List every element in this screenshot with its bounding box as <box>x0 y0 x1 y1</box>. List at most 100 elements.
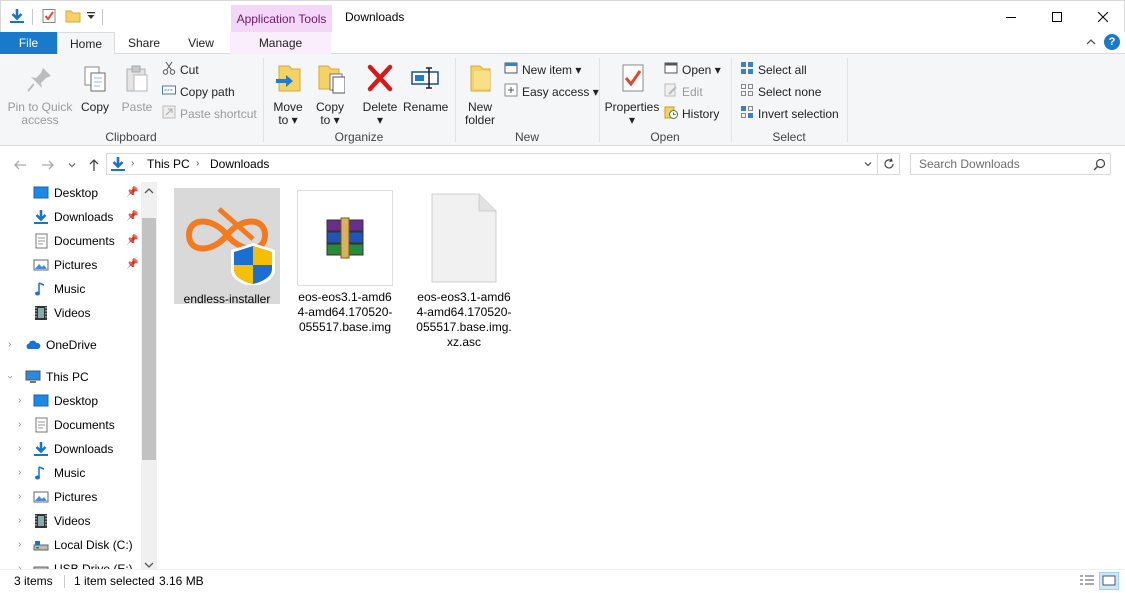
back-button[interactable] <box>12 157 28 173</box>
nav-item-pictures-quick[interactable]: Pictures 📌 <box>0 254 140 276</box>
nav-item-videos-quick[interactable]: Videos <box>0 302 140 324</box>
breadcrumb-separator-icon[interactable]: › <box>196 158 199 169</box>
select-all-button[interactable]: Select all <box>740 61 807 79</box>
tab-share[interactable]: Share <box>115 32 173 54</box>
nav-item-documents-pc[interactable]: › Documents <box>0 414 140 436</box>
minimize-button[interactable] <box>988 1 1034 33</box>
nav-item-downloads-quick[interactable]: Downloads 📌 <box>0 206 140 228</box>
file-name: endless-installer <box>183 292 271 306</box>
expand-chevron-icon[interactable]: › <box>18 390 21 412</box>
easy-access-button[interactable]: Easy access ▾ <box>504 83 599 101</box>
nav-item-usb-drive[interactable]: › USB Drive (E:) <box>0 558 140 569</box>
expand-chevron-icon[interactable]: › <box>18 414 21 436</box>
file-name-line: eos-eos3.1-amd6 <box>298 290 392 304</box>
downloads-folder-icon[interactable] <box>9 8 25 24</box>
tab-manage[interactable]: Manage <box>230 32 331 54</box>
address-bar[interactable]: › This PC › Downloads <box>106 153 878 175</box>
forward-button[interactable] <box>40 157 56 173</box>
nav-item-documents-quick[interactable]: Documents 📌 <box>0 230 140 252</box>
search-icon[interactable] <box>1093 158 1106 174</box>
rename-icon <box>403 62 447 97</box>
move-to-button[interactable]: Move to ▾ <box>270 62 306 127</box>
nav-item-local-disk[interactable]: › Local Disk (C:) <box>0 534 140 556</box>
copy-button[interactable]: Copy <box>76 64 114 114</box>
breadcrumb-downloads[interactable]: Downloads <box>210 157 269 171</box>
group-divider <box>847 58 848 142</box>
large-icons-view-icon <box>1102 575 1116 586</box>
customize-qat-icon[interactable] <box>86 10 102 26</box>
select-none-button[interactable]: Select none <box>740 83 821 101</box>
nav-item-music-pc[interactable]: › Music <box>0 462 140 484</box>
expand-chevron-icon[interactable]: › <box>8 334 11 356</box>
nav-item-desktop-pc[interactable]: › Desktop <box>0 390 140 412</box>
nav-item-videos-pc[interactable]: › Videos <box>0 510 140 532</box>
expand-chevron-icon[interactable]: › <box>18 534 21 556</box>
edit-button[interactable]: Edit <box>664 83 703 101</box>
file-item-endless-installer[interactable]: endless-installer <box>174 188 280 306</box>
forward-arrow-icon <box>42 160 54 170</box>
organize-group-label: Organize <box>334 130 384 144</box>
collapse-chevron-icon[interactable]: › <box>0 375 21 378</box>
close-button[interactable] <box>1080 1 1125 33</box>
tab-file[interactable]: File <box>0 32 57 54</box>
file-list-area[interactable]: endless-installer eos-eos3.1-amd6 4-amd6… <box>158 182 1125 569</box>
invert-selection-button[interactable]: Invert selection <box>740 105 839 123</box>
new-folder-button[interactable]: New folder <box>462 62 498 127</box>
tab-home[interactable]: Home <box>57 32 115 55</box>
file-item-base-img[interactable]: eos-eos3.1-amd6 4-amd64.170520- 055517.b… <box>292 190 398 335</box>
address-history-chevron-icon[interactable] <box>863 158 873 172</box>
expand-chevron-icon[interactable]: › <box>18 462 21 484</box>
copy-to-button[interactable]: Copy to ▾ <box>312 62 348 127</box>
breadcrumb-separator-icon[interactable]: › <box>131 158 134 169</box>
large-icons-view-button[interactable] <box>1099 572 1119 590</box>
nav-item-downloads-pc[interactable]: › Downloads <box>0 438 140 460</box>
paste-shortcut-button[interactable]: Paste shortcut <box>162 105 257 123</box>
details-view-button[interactable] <box>1079 573 1097 589</box>
expand-chevron-icon[interactable]: › <box>18 438 21 460</box>
expand-chevron-icon[interactable]: › <box>18 486 21 508</box>
file-item-base-img-xz-asc[interactable]: eos-eos3.1-amd6 4-amd64.170520- 055517.b… <box>411 190 517 350</box>
copy-path-button[interactable]: Copy path <box>162 83 235 101</box>
maximize-button[interactable] <box>1034 1 1080 33</box>
expand-chevron-icon[interactable]: › <box>18 558 21 569</box>
clipboard-group-label: Clipboard <box>105 130 157 144</box>
recent-locations-button[interactable] <box>64 157 80 173</box>
videos-icon <box>33 305 49 321</box>
search-input[interactable] <box>911 154 1081 174</box>
open-button[interactable]: Open ▾ <box>664 61 721 79</box>
nav-label: Desktop <box>54 394 99 408</box>
new-item-button[interactable]: New item ▾ <box>504 61 581 79</box>
rename-label: Rename <box>403 100 449 114</box>
search-box[interactable] <box>910 153 1111 175</box>
paste-button[interactable]: Paste <box>118 64 156 114</box>
new-folder-icon[interactable] <box>65 8 81 24</box>
minimize-ribbon-icon[interactable] <box>1085 36 1097 51</box>
refresh-button[interactable] <box>878 153 900 175</box>
copy-path-label: Copy path <box>180 85 235 99</box>
rename-button[interactable]: Rename <box>403 62 449 114</box>
nav-item-music-quick[interactable]: Music <box>0 278 140 300</box>
delete-button[interactable]: Delete ▾ <box>358 62 402 127</box>
breadcrumb-this-pc[interactable]: This PC <box>147 157 190 171</box>
up-button[interactable] <box>86 157 102 173</box>
nav-label: OneDrive <box>46 338 97 352</box>
file-name-line: 055517.base.img. <box>416 320 512 334</box>
copy-label: Copy <box>80 100 109 114</box>
tab-view[interactable]: View <box>173 32 229 54</box>
nav-label: Pictures <box>54 258 98 272</box>
history-button[interactable]: History <box>664 105 719 123</box>
copy-icon <box>76 64 114 97</box>
properties-button[interactable]: Properties ▾ <box>604 62 660 127</box>
nav-item-onedrive[interactable]: › OneDrive <box>0 334 140 356</box>
properties-icon[interactable] <box>41 8 57 24</box>
nav-item-pictures-pc[interactable]: › Pictures <box>0 486 140 508</box>
expand-chevron-icon[interactable]: › <box>18 510 21 532</box>
nav-item-this-pc[interactable]: › This PC <box>0 366 140 388</box>
help-icon[interactable]: ? <box>1104 34 1120 50</box>
nav-item-desktop-quick[interactable]: Desktop 📌 <box>0 182 140 204</box>
cut-button[interactable]: Cut <box>162 61 199 79</box>
videos-icon <box>33 513 49 529</box>
pin-to-quick-access-button[interactable]: Pin to Quick access <box>6 64 74 127</box>
scroll-up-icon[interactable] <box>144 184 154 198</box>
nav-pane-scroll-thumb[interactable] <box>142 218 156 460</box>
